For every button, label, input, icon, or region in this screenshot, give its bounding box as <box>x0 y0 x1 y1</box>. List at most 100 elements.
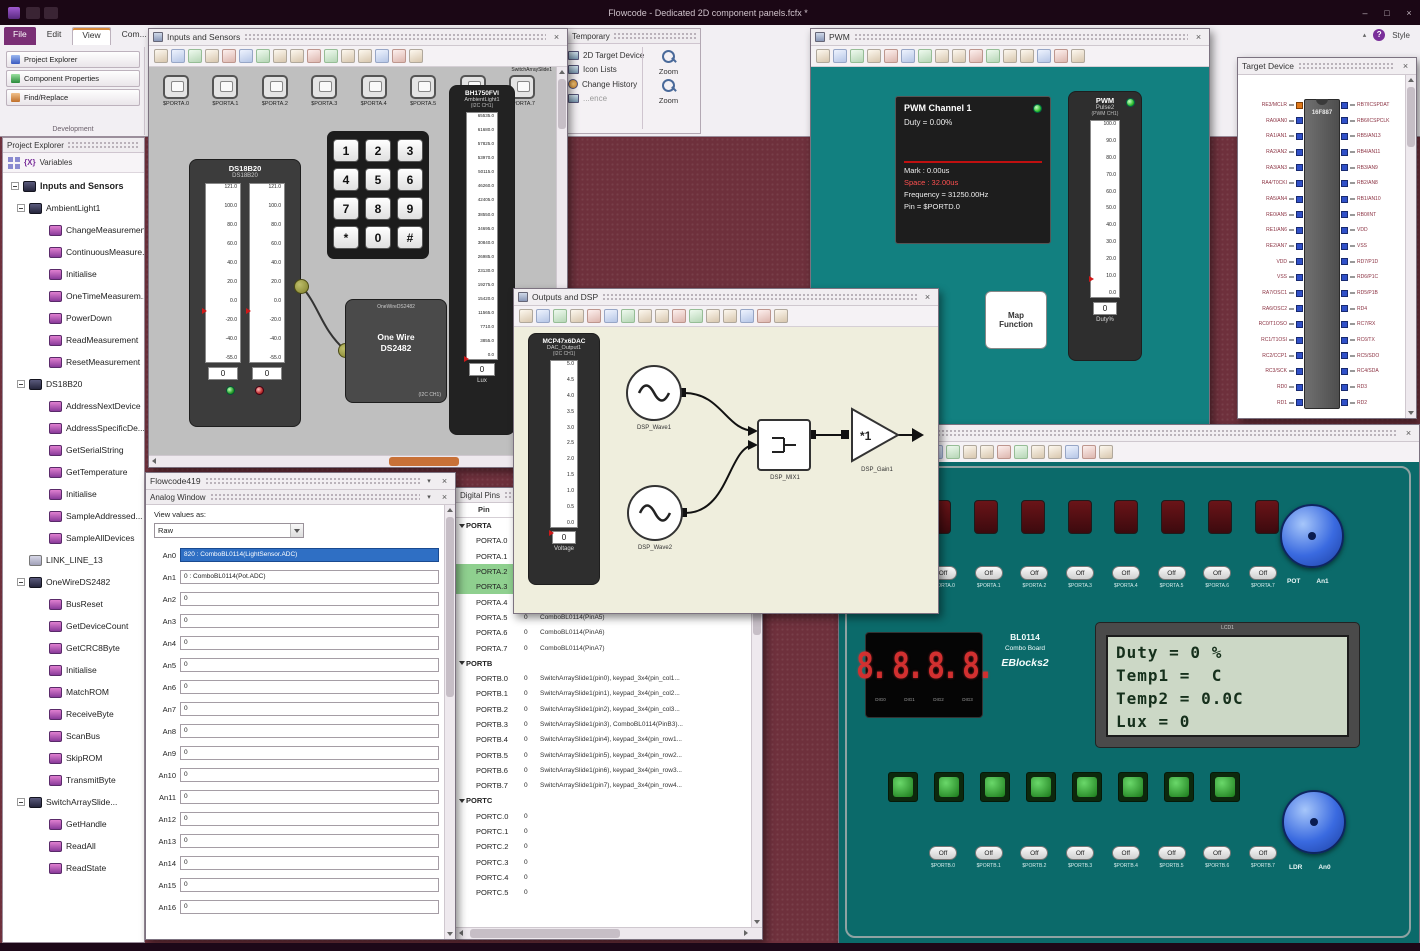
pin-box[interactable] <box>1341 383 1348 391</box>
toolbar-icon[interactable] <box>324 49 338 63</box>
pin-box[interactable] <box>1296 117 1303 125</box>
pin-row[interactable]: PORTB.2 0 SwitchArraySlide1(pin2), keypa… <box>456 702 750 717</box>
toolbar-icon[interactable] <box>341 49 355 63</box>
chip-pin[interactable]: RE0/AN5 <box>1239 209 1303 221</box>
dsp-wave1-component[interactable] <box>626 365 682 421</box>
toolbar-icon[interactable] <box>1037 49 1051 63</box>
keypad-key[interactable]: 9 <box>397 197 423 220</box>
keypad-key[interactable]: 4 <box>333 168 359 191</box>
ribbon-tab[interactable]: Edit <box>38 27 71 45</box>
pin-row[interactable]: PORTB.0 0 SwitchArraySlide1(pin0), keypa… <box>456 671 750 686</box>
chip-pin[interactable]: VDD <box>1239 256 1303 268</box>
toolbar-icon[interactable] <box>1014 445 1028 459</box>
pin-row[interactable]: PORTB.6 0 SwitchArraySlide1(pin6), keypa… <box>456 763 750 778</box>
scroll-down-arrow[interactable] <box>752 917 762 927</box>
toolbar-icon[interactable] <box>256 49 270 63</box>
scrollbar-thumb[interactable] <box>558 79 566 129</box>
scroll-up-arrow[interactable] <box>557 67 567 77</box>
view-values-dropdown[interactable]: Raw <box>154 523 304 538</box>
tree-item[interactable]: GetTemperature <box>3 461 144 483</box>
channel-value-field[interactable]: 0 <box>180 680 439 694</box>
off-button[interactable]: Off <box>1203 566 1232 580</box>
chip-pin[interactable]: RD4 <box>1341 303 1405 315</box>
board-switch[interactable]: Off $PORTB.0 <box>923 846 963 869</box>
close-icon[interactable]: × <box>550 32 563 42</box>
green-button[interactable] <box>980 772 1010 802</box>
slide-switch[interactable]: $PORTA.2 <box>252 75 298 107</box>
channel-value-field[interactable]: 0 <box>180 790 439 804</box>
off-button[interactable]: Off <box>1066 846 1095 860</box>
ribbon-tab[interactable]: File <box>4 27 36 45</box>
channel-value-field[interactable]: 0 <box>180 878 439 892</box>
channel-value-field[interactable]: 0 : ComboBL0114(Pot.ADC) <box>180 570 439 584</box>
slide-switch[interactable]: $PORTA.1 <box>202 75 248 107</box>
board-switch[interactable]: Off $PORTA.7 <box>1243 566 1283 589</box>
tree-item[interactable]: OneTimeMeasurem... <box>3 285 144 307</box>
chip-pin[interactable]: RB2/AN8 <box>1341 177 1405 189</box>
outputs-canvas[interactable]: MCP47x6DAC DAC_Output1 (I2C CH1) 5.0 4.5 4… <box>514 327 938 613</box>
pin-box[interactable] <box>1296 273 1303 281</box>
channel-value-field[interactable]: 0 <box>180 812 439 826</box>
board-switch[interactable]: Off $PORTA.1 <box>969 566 1009 589</box>
close-icon[interactable]: × <box>1399 61 1412 71</box>
tree-item[interactable]: ScanBus <box>3 725 144 747</box>
zoom-in-icon[interactable] <box>661 49 677 65</box>
chip-pin[interactable]: RA6/OSC2 <box>1239 303 1303 315</box>
scroll-right-arrow[interactable] <box>740 928 751 939</box>
switch-body[interactable] <box>163 75 189 99</box>
pwm-scale[interactable]: 100.0 90.0 80.0 70.0 60.0 50.0 40.0 30.0 20.0 10.… <box>1090 120 1120 298</box>
pin-box[interactable] <box>1296 132 1303 140</box>
tree-expander-icon[interactable] <box>17 798 25 806</box>
toolbar-icon[interactable] <box>689 309 703 323</box>
channel-value-field[interactable]: 0 <box>180 834 439 848</box>
channel-value-field[interactable]: 820 : ComboBL0114(LightSensor.ADC) <box>180 548 439 562</box>
switch-body[interactable] <box>212 75 239 99</box>
tree-item[interactable]: AddressNextDevice <box>3 395 144 417</box>
toolbar-icon[interactable] <box>1003 49 1017 63</box>
pin-box[interactable] <box>1341 320 1348 328</box>
chip-pin[interactable]: VDD <box>1341 224 1405 236</box>
pin-box[interactable] <box>1296 179 1303 187</box>
pin-row[interactable]: PORTC.3 0 <box>456 855 750 870</box>
switch-body[interactable] <box>311 75 338 99</box>
toolbar-icon[interactable] <box>621 309 635 323</box>
channel-value-field[interactable]: 0 <box>180 658 439 672</box>
view-option[interactable]: Change History <box>568 79 644 89</box>
board-switch[interactable]: Off $PORTA.4 <box>1106 566 1146 589</box>
chip-pin[interactable]: RD6/P1C <box>1341 271 1405 283</box>
pin-box[interactable] <box>1296 320 1303 328</box>
map-function-component[interactable]: Map Function <box>985 291 1047 349</box>
board-switch[interactable]: Off $PORTB.7 <box>1243 846 1283 869</box>
pin-box[interactable] <box>1296 242 1303 250</box>
pin-row[interactable]: PORTA.7 0 ComboBL0114(PinA7) <box>456 640 750 655</box>
pin-box[interactable] <box>1296 305 1303 313</box>
toolbar-icon[interactable] <box>188 49 202 63</box>
toolbar-icon[interactable] <box>604 309 618 323</box>
tree-item[interactable]: SampleAllDevices <box>3 527 144 549</box>
off-button[interactable]: Off <box>1111 846 1140 860</box>
chip-pin[interactable]: RB5/AN13 <box>1341 130 1405 142</box>
onewire-bus-node[interactable] <box>294 279 309 294</box>
chip-pin[interactable]: RB3/AN9 <box>1341 162 1405 174</box>
off-button[interactable]: Off <box>1020 566 1049 580</box>
green-button[interactable] <box>888 772 918 802</box>
tree-expander-icon[interactable] <box>17 578 25 586</box>
pin-box[interactable] <box>1296 101 1303 109</box>
chip-pin[interactable]: RC7/RX <box>1341 318 1405 330</box>
chip-pin[interactable]: RA4/T0CKI <box>1239 177 1303 189</box>
pin-box[interactable] <box>1296 383 1303 391</box>
channel-value-field[interactable]: 0 <box>180 636 439 650</box>
save-icon[interactable] <box>26 6 40 19</box>
scrollbar-thumb[interactable] <box>1407 87 1415 147</box>
toolbar-icon[interactable] <box>222 49 236 63</box>
tree-item[interactable]: Initialise <box>3 659 144 681</box>
tree-item[interactable]: ChangeMeasuremen... <box>3 219 144 241</box>
keypad-key[interactable]: 8 <box>365 197 391 220</box>
undo-icon[interactable] <box>44 6 58 19</box>
tree-item[interactable]: Inputs and Sensors <box>3 175 144 197</box>
chip-pin[interactable]: RA0/AN0 <box>1239 115 1303 127</box>
tree-expander-icon[interactable] <box>17 204 25 212</box>
pin-row[interactable]: PORTC.1 0 <box>456 824 750 839</box>
off-button[interactable]: Off <box>1248 846 1277 860</box>
channel-value-field[interactable]: 0 <box>180 900 439 914</box>
